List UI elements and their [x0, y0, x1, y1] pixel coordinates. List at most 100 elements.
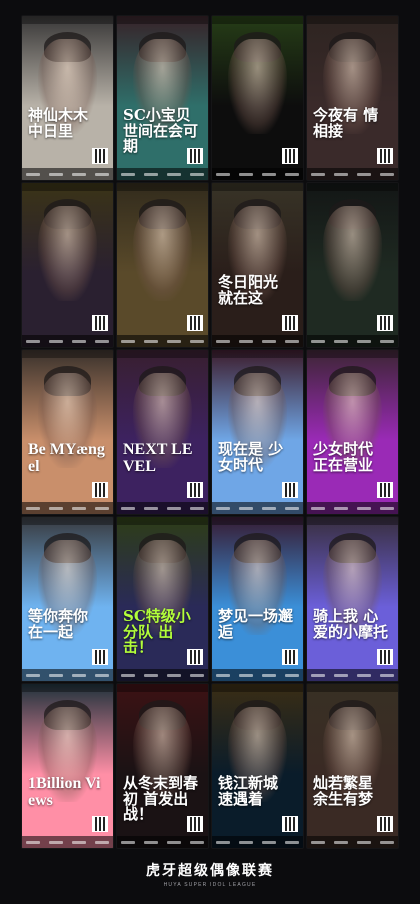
- poster-card[interactable]: 梦见一场邂逅: [212, 517, 303, 681]
- poster-sponsor-strip: [307, 502, 398, 514]
- sponsor-logo-icon: [356, 172, 371, 176]
- sponsor-logo-icon: [284, 673, 299, 677]
- sponsor-logo-icon: [144, 840, 159, 844]
- poster-card[interactable]: [212, 16, 303, 180]
- poster-card[interactable]: Be MYængel: [22, 350, 113, 514]
- sponsor-logo-icon: [311, 506, 326, 510]
- qr-code-icon: [92, 649, 108, 665]
- poster-title: 少女时代 正在营业: [313, 439, 374, 474]
- sponsor-logo-icon: [284, 339, 299, 343]
- poster-card[interactable]: [22, 183, 113, 347]
- poster-card[interactable]: SC特级小分队 出击！: [117, 517, 208, 681]
- poster-title: 冬日阳光 就在这: [218, 272, 279, 307]
- sponsor-logo-icon: [311, 840, 326, 844]
- poster-top-bar: [22, 16, 113, 24]
- sponsor-logo-icon: [216, 339, 231, 343]
- poster-title: 灿若繁星 余生有梦: [313, 773, 374, 808]
- sponsor-logo-icon: [71, 339, 86, 343]
- poster-top-bar: [212, 684, 303, 692]
- poster-card[interactable]: [117, 183, 208, 347]
- sponsor-logo-icon: [144, 506, 159, 510]
- poster-title: 等你奔你 在一起: [28, 606, 89, 641]
- qr-code-icon: [92, 148, 108, 164]
- poster-card[interactable]: 神仙木木 中日里: [22, 16, 113, 180]
- qr-code-icon: [92, 816, 108, 832]
- sponsor-logo-icon: [94, 339, 109, 343]
- poster-card[interactable]: 骑上我 心爱的小摩托: [307, 517, 398, 681]
- sponsor-logo-icon: [94, 673, 109, 677]
- poster-top-bar: [307, 350, 398, 358]
- sponsor-logo-icon: [121, 840, 136, 844]
- poster-card[interactable]: 钱江新城 速遇着: [212, 684, 303, 848]
- sponsor-logo-icon: [144, 673, 159, 677]
- sponsor-logo-icon: [311, 673, 326, 677]
- sponsor-logo-icon: [26, 172, 41, 176]
- sponsor-logo-icon: [216, 506, 231, 510]
- sponsor-logo-icon: [379, 339, 394, 343]
- sponsor-logo-icon: [121, 172, 136, 176]
- sponsor-logo-icon: [261, 506, 276, 510]
- sponsor-logo-icon: [334, 840, 349, 844]
- sponsor-logo-icon: [284, 506, 299, 510]
- qr-code-icon: [92, 315, 108, 331]
- poster-top-bar: [212, 183, 303, 191]
- poster-portrait: [228, 38, 287, 135]
- sponsor-logo-icon: [94, 840, 109, 844]
- poster-card[interactable]: [307, 183, 398, 347]
- sponsor-logo-icon: [94, 506, 109, 510]
- poster-card[interactable]: 现在是 少女时代: [212, 350, 303, 514]
- qr-code-icon: [282, 816, 298, 832]
- poster-top-bar: [117, 684, 208, 692]
- sponsor-logo-icon: [49, 172, 64, 176]
- sponsor-logo-icon: [239, 673, 254, 677]
- poster-card[interactable]: 灿若繁星 余生有梦: [307, 684, 398, 848]
- poster-card[interactable]: SC小宝贝 世间在会可期: [117, 16, 208, 180]
- sponsor-logo-icon: [356, 339, 371, 343]
- poster-sponsor-strip: [117, 502, 208, 514]
- poster-top-bar: [22, 350, 113, 358]
- sponsor-logo-icon: [121, 673, 136, 677]
- poster-portrait: [133, 205, 192, 302]
- poster-card[interactable]: 等你奔你 在一起: [22, 517, 113, 681]
- poster-grid: 神仙木木 中日里 SC小宝贝 世间在会可期 今夜有 情相接冬日阳光 就在这 Be MY…: [22, 16, 398, 848]
- poster-card[interactable]: 少女时代 正在营业: [307, 350, 398, 514]
- sponsor-logo-icon: [71, 673, 86, 677]
- sponsor-logo-icon: [311, 339, 326, 343]
- sponsor-logo-icon: [166, 172, 181, 176]
- sponsor-logo-icon: [166, 673, 181, 677]
- poster-top-bar: [212, 16, 303, 24]
- qr-code-icon: [187, 482, 203, 498]
- poster-title: 1Billion Views: [28, 774, 101, 809]
- brand-footer: 虎牙超级偶像联赛 HUYA SUPER IDOL LEAGUE: [0, 860, 420, 888]
- poster-title: 梦见一场邂逅: [218, 606, 294, 641]
- poster-sponsor-strip: [307, 669, 398, 681]
- sponsor-logo-icon: [71, 840, 86, 844]
- poster-card[interactable]: NEXT LEVEL: [117, 350, 208, 514]
- qr-code-icon: [282, 482, 298, 498]
- poster-portrait: [323, 205, 382, 302]
- sponsor-logo-icon: [166, 506, 181, 510]
- qr-code-icon: [187, 148, 203, 164]
- poster-card[interactable]: 今夜有 情相接: [307, 16, 398, 180]
- poster-title: 神仙木木 中日里: [28, 105, 89, 140]
- poster-sponsor-strip: [22, 669, 113, 681]
- sponsor-logo-icon: [334, 172, 349, 176]
- poster-title: NEXT LEVEL: [123, 440, 193, 475]
- poster-card[interactable]: 1Billion Views: [22, 684, 113, 848]
- sponsor-logo-icon: [379, 673, 394, 677]
- brand-title: 虎牙超级偶像联赛: [146, 863, 274, 879]
- sponsor-logo-icon: [334, 339, 349, 343]
- sponsor-logo-icon: [26, 840, 41, 844]
- sponsor-logo-icon: [334, 673, 349, 677]
- poster-card[interactable]: 从冬末到春初 首发出战！: [117, 684, 208, 848]
- poster-top-bar: [307, 517, 398, 525]
- poster-sponsor-strip: [117, 335, 208, 347]
- poster-top-bar: [117, 350, 208, 358]
- sponsor-logo-icon: [356, 673, 371, 677]
- poster-title: 骑上我 心爱的小摩托: [313, 606, 389, 641]
- poster-sponsor-strip: [22, 836, 113, 848]
- poster-card[interactable]: 冬日阳光 就在这: [212, 183, 303, 347]
- sponsor-logo-icon: [121, 339, 136, 343]
- poster-top-bar: [307, 684, 398, 692]
- sponsor-logo-icon: [94, 172, 109, 176]
